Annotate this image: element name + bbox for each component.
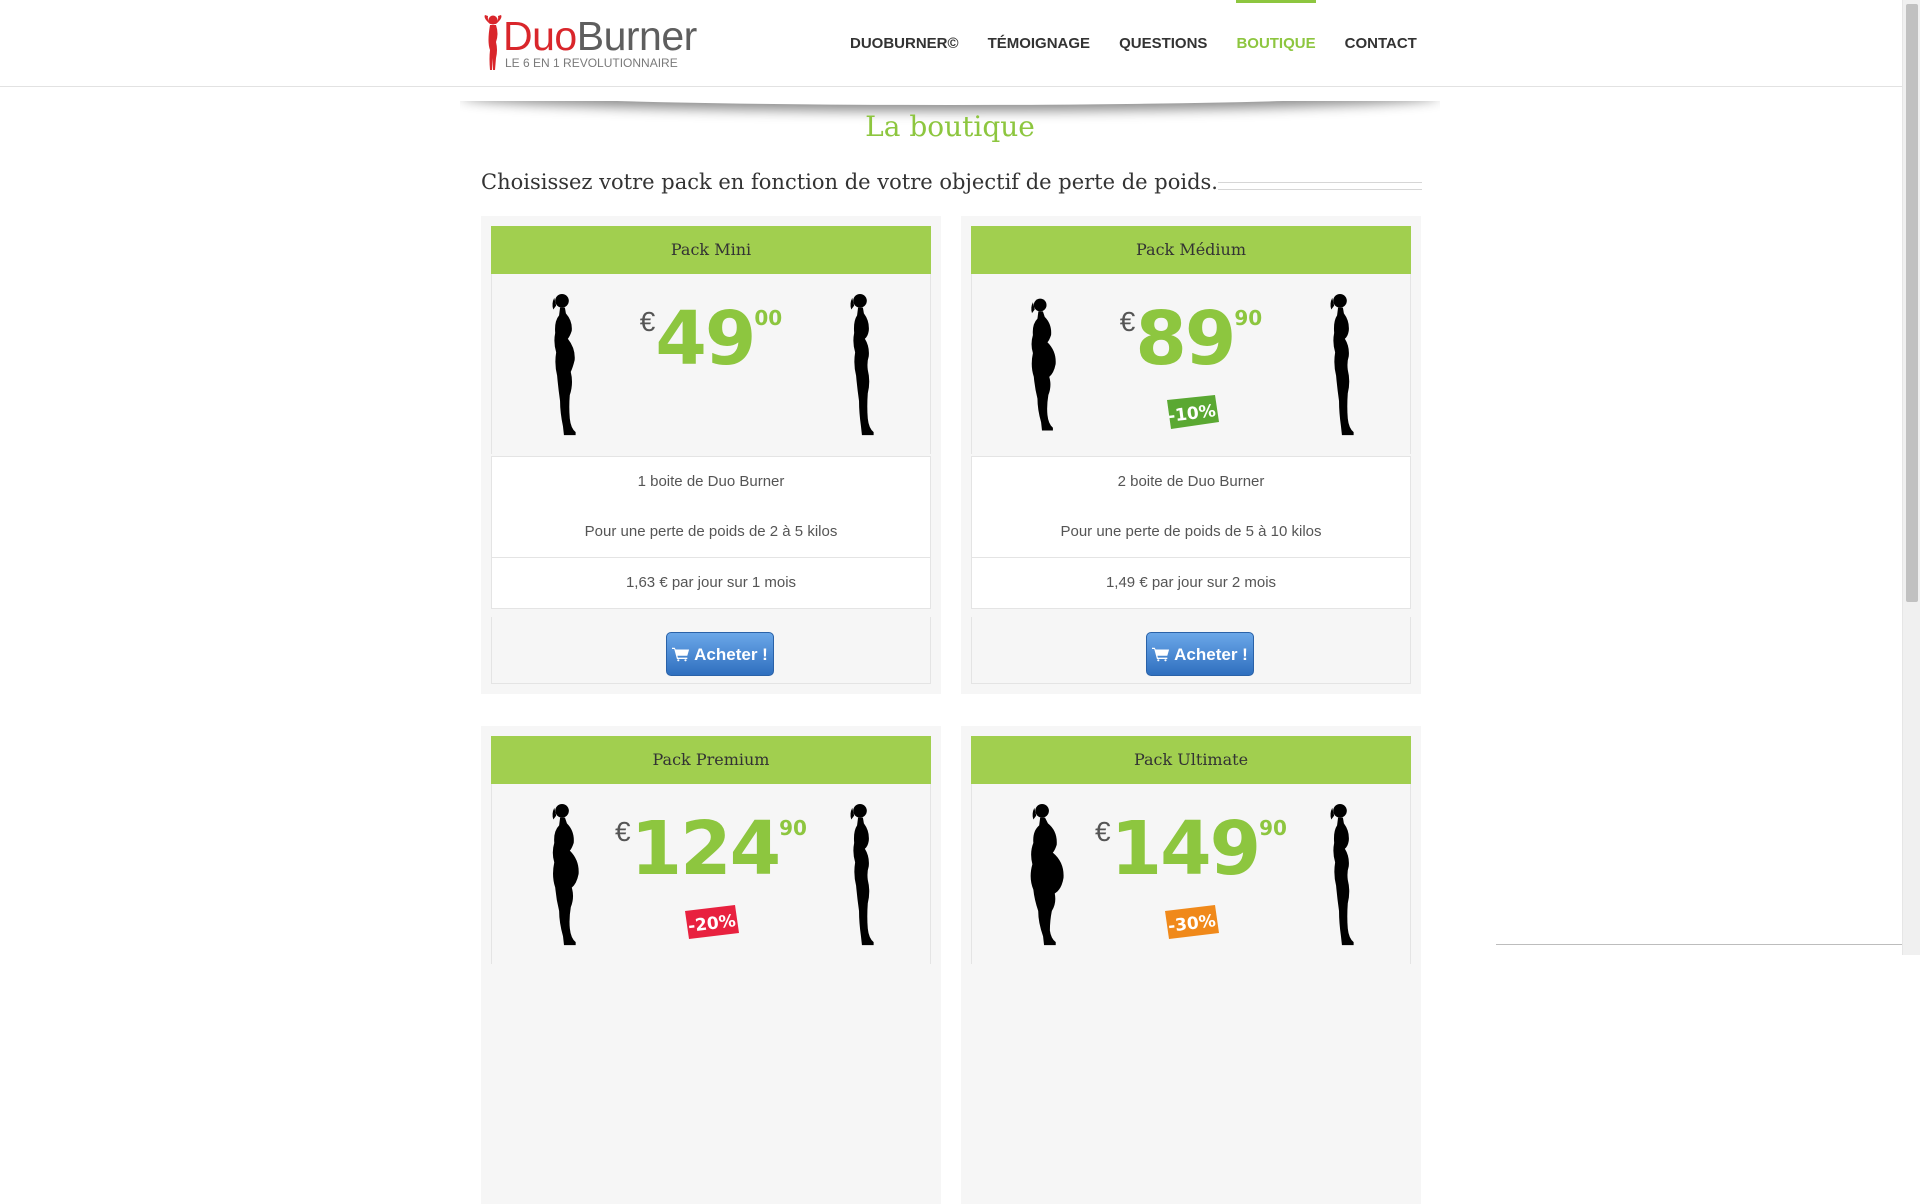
pack-name: Pack Mini: [491, 226, 931, 274]
pack-feature: 2 boite de Duo Burner: [971, 456, 1411, 508]
price-decimal: 00: [754, 306, 783, 330]
buy-button-label: Acheter !: [694, 645, 768, 664]
nav-item-boutique[interactable]: BOUTIQUE: [1236, 0, 1316, 86]
page-title: La boutique: [865, 110, 1035, 143]
nav-item-contact[interactable]: CONTACT: [1345, 0, 1417, 86]
pack-visual: €4900: [491, 274, 931, 454]
buy-area: Acheter !: [491, 617, 931, 684]
price-currency: €: [1119, 306, 1136, 337]
main-nav: DUOBURNER© TÉMOIGNAGE QUESTIONS BOUTIQUE…: [850, 0, 1446, 86]
scrollbar-thumb[interactable]: [1906, 4, 1918, 602]
after-silhouette-icon: [1320, 292, 1360, 438]
price-integer: 49: [655, 296, 756, 382]
pack-feature: Pour une perte de poids de 5 à 10 kilos: [971, 507, 1411, 558]
shopping-cart-icon: [1152, 646, 1170, 662]
price-integer: 124: [630, 806, 781, 892]
price-decimal: 90: [1259, 816, 1287, 840]
page-subtitle: Choisissez votre pack en fonction de vot…: [481, 170, 1218, 194]
subtitle-divider: [1218, 182, 1422, 190]
logo-tagline: LE 6 EN 1 REVOLUTIONNAIRE: [505, 56, 678, 70]
pack-card-mini: Pack Mini €4900 1 boite de Duo Burner Po…: [481, 216, 941, 694]
price-integer: 149: [1110, 806, 1261, 892]
discount-badge: -30%: [1165, 905, 1219, 939]
price-integer: 89: [1135, 296, 1236, 382]
logo-duo: Duo: [503, 13, 577, 59]
nav-item-duoburner[interactable]: DUOBURNER©: [850, 0, 959, 86]
pack-visual: €8990 -10%: [971, 274, 1411, 454]
pack-feature: 1,49 € par jour sur 2 mois: [971, 558, 1411, 609]
price-decimal: 90: [779, 816, 807, 840]
pack-name: Pack Ultimate: [971, 736, 1411, 784]
site-header: DuoBurner LE 6 EN 1 REVOLUTIONNAIRE DUOB…: [0, 0, 1902, 87]
logo-burner: Burner: [576, 13, 698, 59]
nav-item-temoignage[interactable]: TÉMOIGNAGE: [988, 0, 1091, 86]
price-currency: €: [639, 306, 656, 337]
pack-name: Pack Médium: [971, 226, 1411, 274]
pack-visual: €14990 -30%: [971, 784, 1411, 964]
pack-name: Pack Premium: [491, 736, 931, 784]
pack-card-ultimate: Pack Ultimate €14990 -30%: [961, 726, 1421, 1204]
price-decimal: 90: [1234, 306, 1263, 330]
pack-card-medium: Pack Médium €8990 -10% 2 boite de Duo Bu…: [961, 216, 1421, 694]
price-currency: €: [1095, 816, 1111, 847]
pack-feature: 1,63 € par jour sur 1 mois: [491, 558, 931, 609]
nav-item-questions[interactable]: QUESTIONS: [1119, 0, 1207, 86]
discount-badge: -10%: [1167, 395, 1219, 429]
logo-text: DuoBurner: [503, 12, 697, 60]
buy-button[interactable]: Acheter !: [1146, 632, 1254, 676]
buy-area: Acheter !: [971, 617, 1411, 684]
pack-feature: Pour une perte de poids de 2 à 5 kilos: [491, 507, 931, 558]
bottom-divider: [1496, 944, 1902, 945]
after-silhouette-icon: [1320, 802, 1360, 948]
logo-figure-icon: [484, 15, 502, 70]
pack-feature: 1 boite de Duo Burner: [491, 456, 931, 508]
page-scrollbar[interactable]: [1902, 0, 1920, 955]
buy-button-label: Acheter !: [1174, 645, 1248, 664]
discount-badge: -20%: [685, 905, 739, 939]
buy-button[interactable]: Acheter !: [666, 632, 774, 676]
shopping-cart-icon: [672, 646, 690, 662]
after-silhouette-icon: [840, 802, 880, 948]
logo[interactable]: DuoBurner LE 6 EN 1 REVOLUTIONNAIRE: [481, 12, 711, 72]
pack-card-premium: Pack Premium €12490 -20%: [481, 726, 941, 1204]
pack-visual: €12490 -20%: [491, 784, 931, 964]
after-silhouette-icon: [840, 292, 880, 438]
price-currency: €: [615, 816, 631, 847]
